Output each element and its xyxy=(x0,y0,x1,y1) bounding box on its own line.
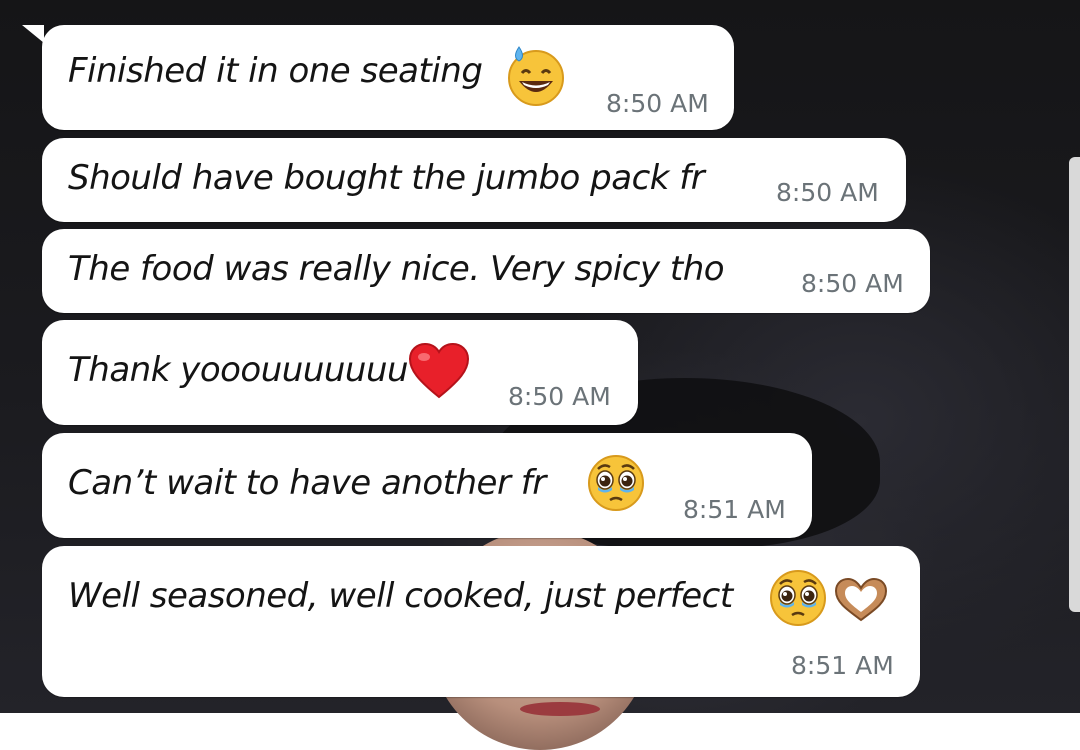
message-timestamp: 8:50 AM xyxy=(801,269,904,298)
red-heart-icon xyxy=(408,342,470,399)
message-text: The food was really nice. Very spicy tho xyxy=(68,249,725,289)
grinning-sweat-icon xyxy=(508,46,564,106)
message-bubble[interactable]: Should have bought the jumbo pack fr 8:5… xyxy=(42,138,906,222)
message-timestamp: 8:51 AM xyxy=(683,495,786,524)
wallpaper-lips-shape xyxy=(520,702,600,716)
message-bubble[interactable]: The food was really nice. Very spicy tho… xyxy=(42,229,930,313)
bubble-tail xyxy=(22,25,44,43)
message-bubble[interactable]: Well seasoned, well cooked, just perfect… xyxy=(42,546,920,697)
message-bubble[interactable]: Can’t wait to have another fr 8:51 AM xyxy=(42,433,812,538)
message-timestamp: 8:51 AM xyxy=(791,651,894,680)
pleading-face-icon xyxy=(770,570,826,626)
chat-scrollbar[interactable] xyxy=(1069,157,1080,612)
message-bubble[interactable]: Finished it in one seating 8:50 AM xyxy=(22,25,734,130)
message-text: Should have bought the jumbo pack fr xyxy=(68,158,705,198)
message-text: Thank yooouuuuuuu xyxy=(68,350,409,390)
heart-hands-icon xyxy=(834,577,888,622)
message-timestamp: 8:50 AM xyxy=(508,382,611,411)
message-timestamp: 8:50 AM xyxy=(776,178,879,207)
pleading-face-icon xyxy=(588,455,644,511)
message-text: Well seasoned, well cooked, just perfect xyxy=(68,576,733,616)
message-timestamp: 8:50 AM xyxy=(606,89,709,118)
message-bubble[interactable]: Thank yooouuuuuuu 8:50 AM xyxy=(42,320,638,425)
message-text: Can’t wait to have another fr xyxy=(68,463,546,503)
message-text: Finished it in one seating xyxy=(68,51,483,91)
